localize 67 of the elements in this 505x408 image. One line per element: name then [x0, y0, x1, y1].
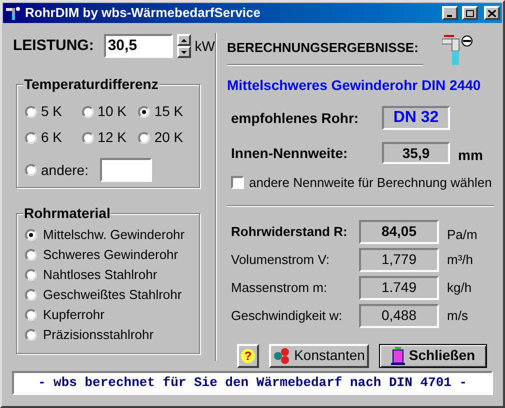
molecule-icon [273, 348, 292, 364]
temperature-input[interactable] [100, 158, 152, 182]
power-label: LEISTUNG: [13, 36, 94, 56]
maximize-icon [466, 10, 474, 16]
up-arrow-icon [180, 38, 187, 42]
radio-label[interactable]: Geschweißtes Stahlrohr [43, 285, 182, 305]
unit-label: Pa/m [447, 226, 478, 244]
power-input[interactable]: 30,5 [104, 34, 174, 58]
radio-button[interactable] [25, 309, 37, 321]
close-dialog-button[interactable]: Schließen [379, 344, 487, 368]
radio-button[interactable] [25, 289, 37, 301]
door-icon [390, 346, 405, 364]
radio-button[interactable] [82, 132, 94, 144]
result-label: Volumenstrom V: [231, 250, 331, 269]
radio-button[interactable] [25, 229, 37, 241]
radio-button[interactable] [25, 329, 37, 341]
checkbox-label[interactable]: andere Nennweite für Berechnung wählen [249, 173, 492, 192]
radio-label[interactable]: 12 K [98, 127, 126, 148]
checkbox[interactable] [231, 176, 244, 190]
recommended-label: empfohlenes Rohr: [231, 108, 360, 128]
result-value: 0,488 [359, 304, 439, 328]
radio-button[interactable] [82, 106, 94, 118]
power-unit: kW [194, 36, 215, 56]
result-label: Massenstrom m: [231, 278, 328, 297]
banner: - wbs berechnet für Sie den Wärmebedarf nach DIN 4701 - [12, 371, 493, 395]
unit-label: m³/h [447, 250, 473, 269]
radio-label[interactable]: Kupferrohr [43, 305, 104, 325]
radio-label[interactable]: Schweres Gewinderohr [43, 245, 178, 265]
close-button[interactable] [484, 6, 500, 20]
inner-diameter-label: Innen-Nennweite: [231, 144, 349, 162]
result-value: 1,779 [359, 248, 439, 272]
radio-button[interactable] [25, 269, 37, 281]
radio-label[interactable]: Nahtloses Stahlrohr [43, 265, 158, 285]
maximize-button[interactable] [462, 6, 478, 20]
radio-label[interactable]: 20 K [154, 127, 184, 148]
radio-button[interactable] [138, 132, 150, 144]
unit-label: m/s [447, 306, 468, 325]
help-button[interactable]: ? [237, 344, 259, 368]
constants-button[interactable]: Konstanten [269, 344, 369, 368]
radio-button[interactable] [25, 164, 37, 176]
radio-button[interactable] [25, 132, 37, 144]
radio-label[interactable]: 15 K [154, 101, 184, 122]
window-title: RohrDIM by wbs-WärmebedarfService [25, 4, 262, 22]
faucet-icon [5, 5, 21, 21]
results-title: BERECHNUNGSERGEBNISSE: [227, 40, 418, 55]
inner-diameter-value: 35,9 [382, 142, 450, 164]
result-label: Rohrwiderstand R: [231, 222, 348, 241]
radio-label[interactable]: 6 K [41, 127, 62, 148]
radio-label[interactable]: Mittelschw. Gewinderohr [43, 225, 185, 245]
result-value: 84,05 [359, 220, 439, 244]
radio-label[interactable]: Präzisionsstahlrohr [43, 325, 154, 345]
radio-button[interactable] [25, 106, 37, 118]
radio-label[interactable]: andere: [41, 160, 88, 180]
unit-label: mm [458, 146, 483, 164]
recommended-value: DN 32 [382, 106, 450, 130]
minimize-button[interactable] [442, 6, 458, 20]
close-icon [488, 10, 496, 16]
radio-label[interactable]: 10 K [98, 101, 126, 122]
pipe-type-text: Mittelschweres Gewinderohr DIN 2440 [227, 76, 482, 95]
radio-label[interactable]: 5 K [41, 101, 62, 122]
unit-label: kg/h [447, 278, 472, 297]
radio-button[interactable] [138, 106, 150, 118]
result-label: Geschwindigkeit w: [231, 306, 344, 325]
result-value: 1.749 [359, 276, 439, 300]
spin-control[interactable] [177, 34, 191, 58]
radio-button[interactable] [25, 249, 37, 261]
down-arrow-icon [180, 50, 187, 54]
